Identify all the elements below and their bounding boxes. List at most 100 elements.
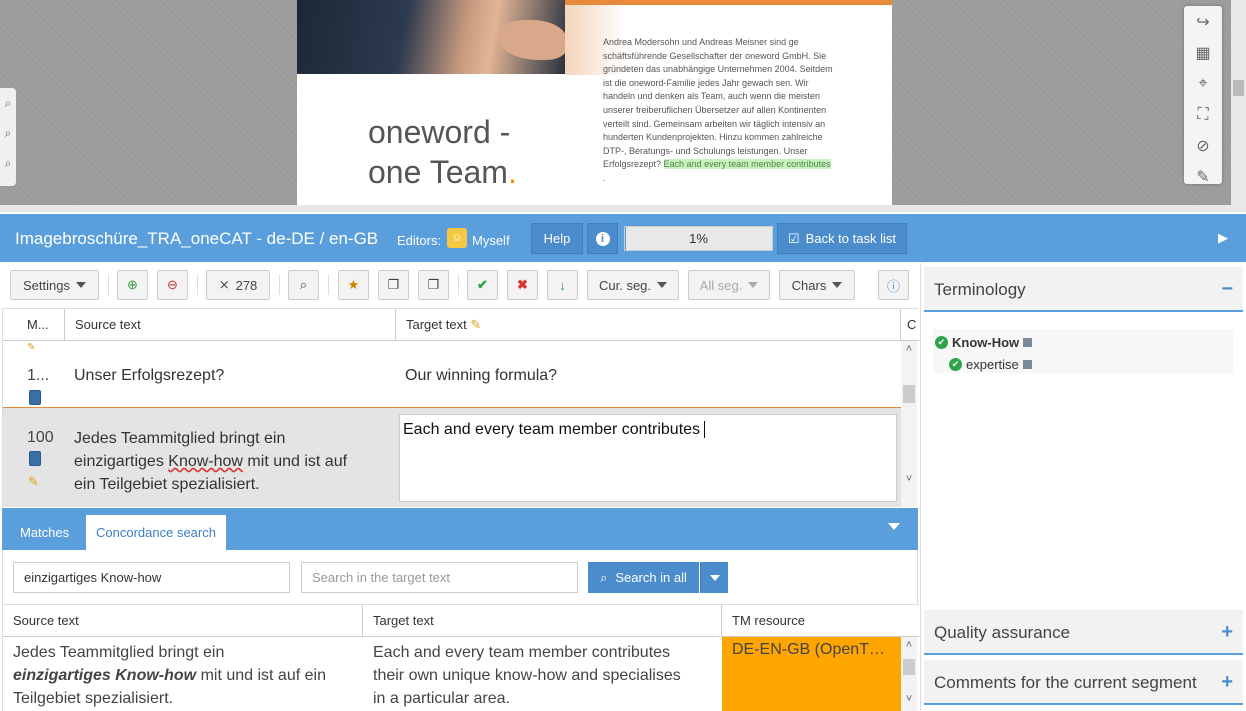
term-entry[interactable]: ✔ expertise (949, 357, 1032, 372)
back-label: Back to task list (805, 231, 896, 246)
filter-count: 278 (235, 277, 258, 293)
tab-concordance-search[interactable]: Concordance search (86, 515, 226, 550)
tab-matches[interactable]: Matches (10, 515, 79, 550)
scroll-up-icon[interactable]: ˄ (901, 343, 917, 355)
add-location-icon[interactable]: ⌖ (1184, 68, 1222, 99)
zoom-out-icon[interactable]: ⌕ (0, 118, 16, 148)
concordance-results: Source text Target text TM resource Jede… (2, 604, 919, 711)
pencil-icon: ✎ (470, 317, 482, 332)
zoom-reset-icon[interactable]: ⌕ (0, 148, 16, 178)
preview-highlight[interactable]: Each and every team member contributes (663, 159, 831, 170)
settings-label: Settings (23, 277, 70, 293)
info-button[interactable]: i (587, 223, 618, 254)
preview-photo (297, 0, 567, 74)
chevron-down-icon (748, 282, 759, 288)
cancel-icon[interactable]: ✖ (507, 270, 538, 300)
result-row[interactable]: Jedes Teammitglied bringt ein einzigarti… (3, 637, 901, 711)
cur-seg-label: Cur. seg. (598, 277, 652, 293)
hide-location-icon[interactable]: ⊘ (1184, 130, 1222, 161)
scroll-down-icon[interactable]: ˅ (901, 693, 917, 705)
search-options-dropdown[interactable] (700, 562, 728, 593)
match-rate: 100 (27, 429, 54, 446)
col-target[interactable]: Target text (363, 605, 722, 637)
repetition-icon[interactable]: ★ (338, 270, 369, 300)
col-target-label: Target text (406, 317, 467, 332)
target-editor[interactable]: Each and every team member contributes ​ (399, 414, 897, 502)
pin-icon[interactable]: ✎ (1184, 161, 1222, 192)
book-icon (29, 451, 41, 466)
chars-label: Chars (791, 277, 827, 293)
results-scrollbar[interactable]: ˄ ˅ (901, 637, 917, 711)
col-extra[interactable]: C (901, 309, 919, 341)
chevron-down-icon (657, 282, 668, 288)
term-highlight: Know-how (168, 453, 243, 470)
grid-scroll-thumb[interactable] (903, 385, 915, 403)
zoom-in-icon[interactable]: ⌕ (0, 88, 16, 118)
back-to-task-list-button[interactable]: ☑ Back to task list (777, 223, 907, 254)
collapse-icon[interactable]: − (1221, 267, 1233, 312)
chevron-right-icon[interactable]: ▶ (1218, 230, 1228, 246)
grid-scrollbar[interactable]: ˄ ˅ (901, 341, 917, 507)
scroll-up-icon[interactable]: ˄ (901, 639, 917, 651)
col-tm[interactable]: TM resource (722, 605, 919, 637)
settings-button[interactable]: Settings (10, 270, 99, 300)
results-header: Source text Target text TM resource (3, 604, 919, 637)
copy-all-icon[interactable]: ❐ (418, 270, 449, 300)
check-icon: ✔ (935, 336, 948, 349)
preview-page: oneword - one Team. Andrea Modersohn und… (297, 0, 892, 212)
quality-assurance-header[interactable]: Quality assurance + (924, 610, 1243, 655)
terminology-header[interactable]: Terminology − (924, 267, 1243, 312)
help-circle-icon[interactable]: ⓘ (878, 270, 909, 300)
arrow-down-icon[interactable]: ↓ (547, 270, 578, 300)
check-icon: ✔ (949, 358, 962, 371)
preview-right-toolbar: ↪ ▦ ⌖ ⛶ ⊘ ✎ (1184, 6, 1222, 186)
preview-zoom-tools: ⌕ ⌕ ⌕ (0, 88, 16, 186)
chevron-down-icon[interactable] (888, 523, 900, 530)
all-segments-dropdown[interactable]: All seg. (688, 270, 770, 300)
grid-header: M... Source text Target text ✎ C (3, 309, 919, 341)
confirm-icon[interactable]: ✔ (467, 270, 498, 300)
target-cell[interactable]: Our winning formula? (405, 367, 557, 385)
col-match[interactable]: M... (17, 309, 65, 341)
search-icon: ⌕ (600, 569, 608, 585)
filter-button[interactable]: ⨯ 278 (206, 270, 270, 300)
editor-name: Myself (472, 233, 510, 248)
col-source[interactable]: Source text (65, 309, 396, 341)
target-search-input[interactable] (301, 562, 578, 593)
task-list-icon: ☑ (788, 230, 800, 246)
share-icon[interactable]: ↪ (1184, 6, 1222, 37)
search-in-all-button[interactable]: ⌕ Search in all (588, 562, 699, 593)
results-scroll-thumb[interactable] (903, 659, 915, 675)
preview-scrollbar[interactable] (1231, 0, 1246, 212)
source-cell: Unser Erfolgsrezept? (74, 367, 225, 384)
editors-label: Editors: (397, 233, 442, 248)
terminology-title: Terminology (934, 280, 1026, 299)
comments-header[interactable]: Comments for the current segment + (924, 660, 1243, 705)
layout-icon[interactable]: ▦ (1184, 37, 1222, 68)
preview-scroll-thumb[interactable] (1233, 80, 1244, 96)
zoom-out-segments-icon[interactable]: ⊖ (157, 270, 188, 300)
col-target[interactable]: Target text ✎ (396, 309, 901, 341)
copy-source-icon[interactable]: ❐ (378, 270, 409, 300)
current-segment-dropdown[interactable]: Cur. seg. (587, 270, 679, 300)
zoom-in-segments-icon[interactable]: ⊕ (117, 270, 148, 300)
table-row-active[interactable]: 100 ✎ Jedes Teammitglied bringt ein einz… (3, 407, 901, 507)
term-entry[interactable]: ✔ Know-How (935, 335, 1033, 350)
task-header: Imagebroschüre_TRA_oneCAT - de-DE / en-G… (0, 214, 1246, 262)
scroll-down-icon[interactable]: ˅ (901, 473, 917, 485)
preview-headline: oneword - one Team. (368, 114, 517, 190)
fullscreen-icon[interactable]: ⛶ (1184, 99, 1222, 130)
document-title: Imagebroschüre_TRA_oneCAT - de-DE / en-G… (15, 229, 379, 248)
source-search-input[interactable] (13, 562, 290, 593)
book-icon (29, 390, 41, 405)
search-icon[interactable]: ⌕ (288, 270, 319, 300)
col-source[interactable]: Source text (3, 605, 363, 637)
preview-hscrollbar[interactable] (0, 205, 1246, 212)
preview-body-text: Andrea Modersohn und Andreas Meisner sin… (603, 37, 833, 183)
expand-icon[interactable]: + (1221, 660, 1233, 705)
help-button[interactable]: Help (531, 223, 583, 254)
result-target: Each and every team member contributes t… (373, 644, 681, 707)
chars-dropdown[interactable]: Chars (779, 270, 855, 300)
expand-icon[interactable]: + (1221, 610, 1233, 655)
filter-icon: ⨯ (218, 277, 230, 292)
